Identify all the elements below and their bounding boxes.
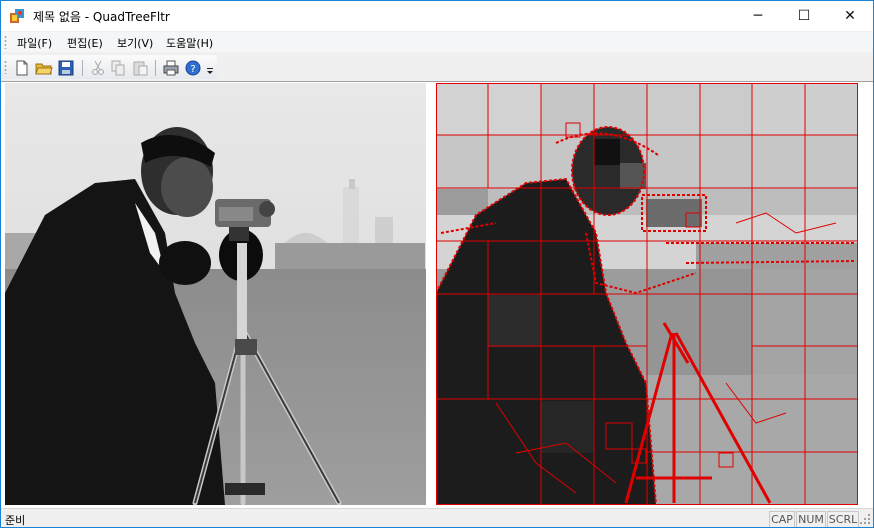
- status-text: 준비: [5, 514, 26, 527]
- help-icon[interactable]: ?: [184, 59, 202, 77]
- toolbar-overflow-icon[interactable]: [205, 59, 215, 77]
- menubar-grip[interactable]: [4, 35, 7, 49]
- cap-indicator: CAP: [769, 511, 795, 527]
- app-icon[interactable]: [9, 8, 25, 24]
- new-file-icon[interactable]: [13, 59, 31, 77]
- paste-icon[interactable]: [131, 59, 149, 77]
- svg-text:?: ?: [190, 64, 195, 75]
- cut-icon[interactable]: [89, 59, 107, 77]
- app-window: 제목 없음 - QuadTreeFltr ─ ☐ ✕ 파일(F) 편집(E) 보…: [0, 0, 874, 528]
- menu-view[interactable]: 보기(V): [117, 35, 153, 51]
- menu-file[interactable]: 파일(F): [17, 35, 52, 51]
- window-title: 제목 없음 - QuadTreeFltr: [33, 10, 170, 24]
- num-indicator: NUM: [796, 511, 826, 527]
- quadtree-image-panel: [436, 83, 858, 505]
- toolbar-separator: [155, 60, 156, 76]
- maximize-button[interactable]: ☐: [781, 1, 827, 31]
- open-folder-icon[interactable]: [35, 59, 53, 77]
- scrl-indicator: SCRL: [827, 511, 859, 527]
- toolbar-strip: ?: [1, 55, 217, 79]
- title-bar[interactable]: 제목 없음 - QuadTreeFltr ─ ☐ ✕: [1, 1, 873, 31]
- toolbar-grip[interactable]: [4, 60, 7, 74]
- original-image-panel: [5, 83, 426, 505]
- minimize-button[interactable]: ─: [735, 1, 781, 31]
- save-icon[interactable]: [57, 59, 75, 77]
- resize-grip-icon[interactable]: [859, 513, 871, 525]
- status-bar: 준비 CAP NUM SCRL: [1, 508, 873, 527]
- client-area: [1, 81, 873, 508]
- close-button[interactable]: ✕: [827, 1, 873, 31]
- copy-icon[interactable]: [109, 59, 127, 77]
- toolbar-separator: [82, 60, 83, 76]
- menu-bar: 파일(F) 편집(E) 보기(V) 도움말(H): [1, 32, 873, 52]
- menu-help[interactable]: 도움말(H): [166, 35, 213, 51]
- menu-edit[interactable]: 편집(E): [67, 35, 103, 51]
- print-icon[interactable]: [162, 59, 180, 77]
- toolbar: ?: [1, 53, 873, 81]
